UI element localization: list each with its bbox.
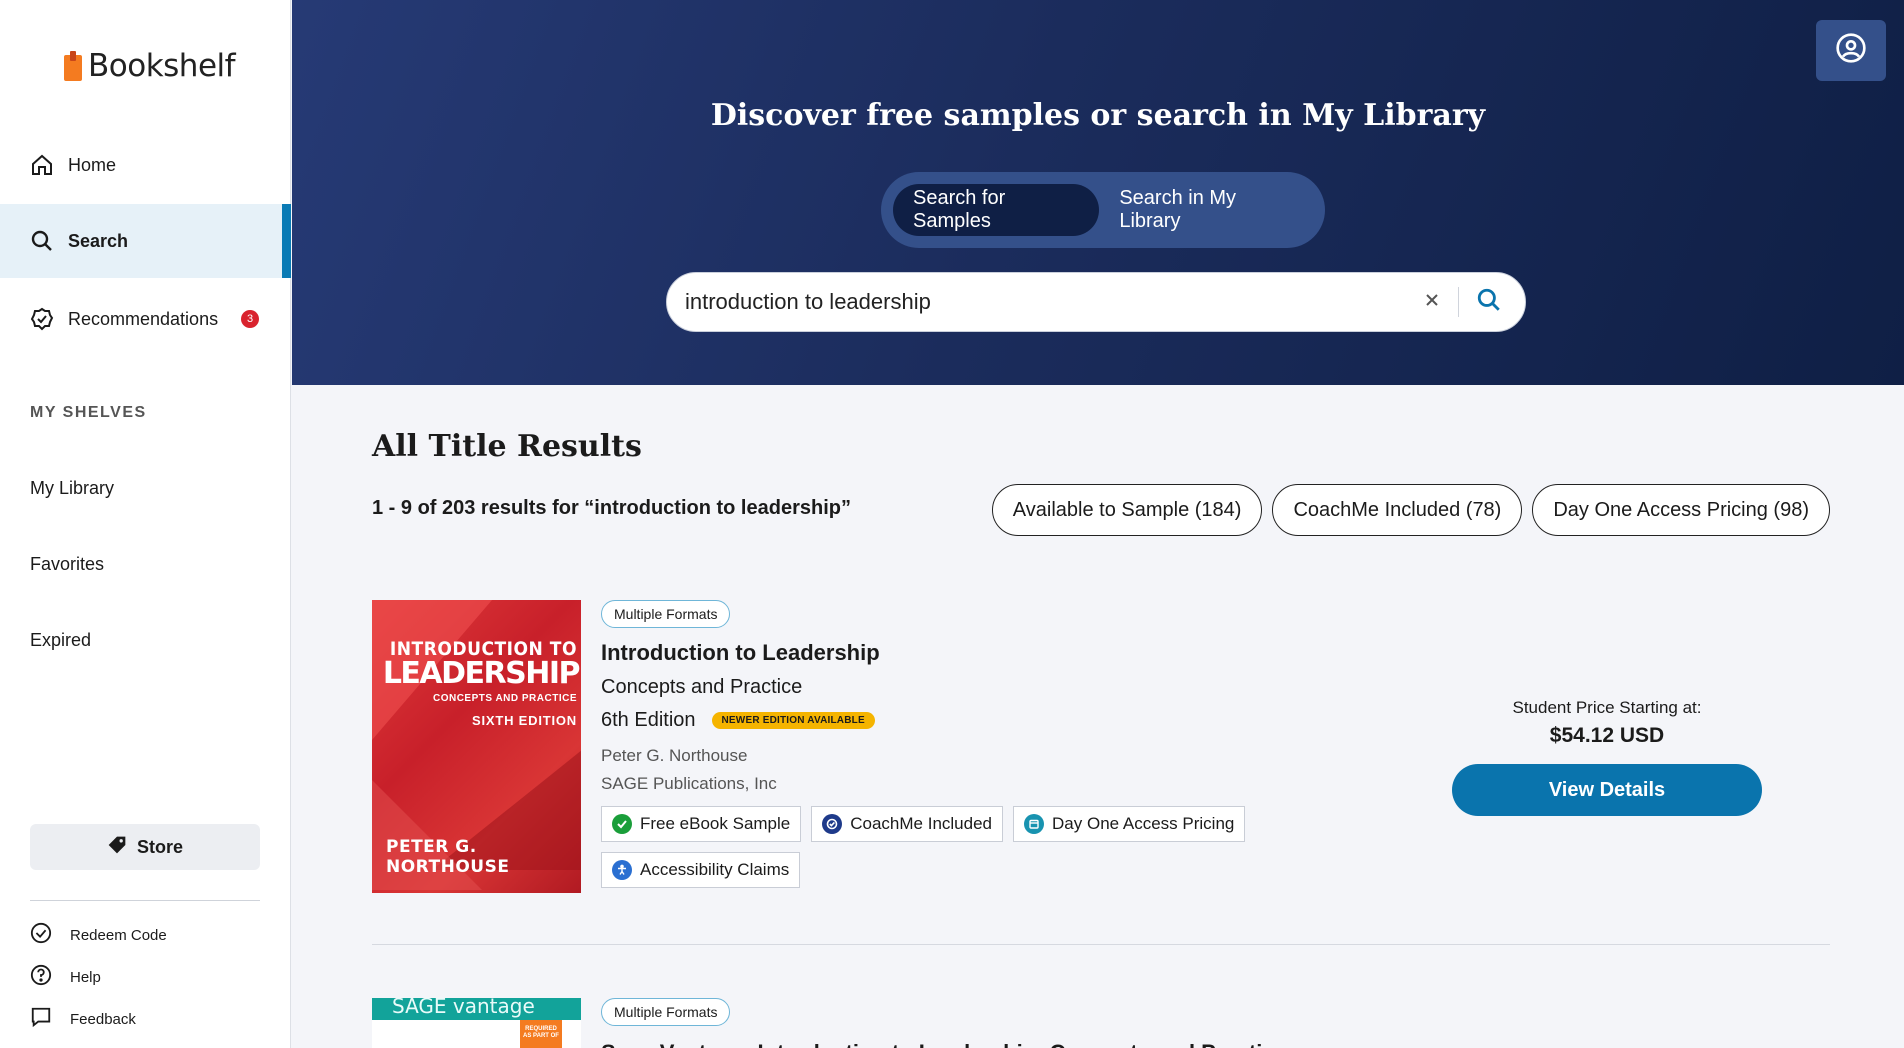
- feature-label: CoachMe Included: [850, 814, 993, 833]
- coach-icon: [822, 814, 843, 834]
- shelf-favorites[interactable]: Favorites: [30, 554, 104, 575]
- book-author: Peter G. Northouse: [601, 746, 748, 765]
- cover2-required: REQUIRED AS PART OF: [523, 1026, 559, 1039]
- newer-edition-badge: NEWER EDITION AVAILABLE: [711, 712, 875, 729]
- price-box: Student Price Starting at: $54.12 USD Vi…: [1452, 698, 1762, 816]
- book-title-2[interactable]: Sage Vantage: Introduction to Leadership…: [601, 1040, 1287, 1048]
- bookshelf-logo[interactable]: Bookshelf: [64, 48, 236, 84]
- book-info: Multiple Formats Introduction to Leaders…: [601, 600, 1281, 888]
- nav-search[interactable]: Search: [0, 204, 291, 278]
- home-icon: [30, 153, 54, 177]
- cover-author: PETER G. NORTHOUSE: [386, 837, 510, 877]
- help-label: Help: [70, 968, 101, 986]
- book-cover[interactable]: INTRODUCTION TO LEADERSHIP CONCEPTS AND …: [372, 600, 581, 893]
- search-samples-tab[interactable]: Search for Samples: [893, 184, 1100, 236]
- book-cover-2[interactable]: SAGE vantage REQUIRED AS PART OF: [372, 998, 581, 1048]
- nav-recommendations[interactable]: Recommendations 3: [0, 282, 291, 356]
- nav-home-label: Home: [68, 154, 117, 175]
- tag-icon: [107, 835, 127, 860]
- search-input[interactable]: [685, 289, 1414, 315]
- check-circle-icon: [612, 814, 632, 834]
- store-label: Store: [136, 836, 183, 857]
- user-icon: [1835, 32, 1867, 69]
- nav-recommendations-label: Recommendations: [68, 308, 219, 329]
- book-title[interactable]: Introduction to Leadership: [601, 640, 1281, 666]
- filter-coachme-included[interactable]: CoachMe Included (78): [1272, 484, 1523, 536]
- store-button[interactable]: Store: [30, 824, 260, 870]
- results-title: All Title Results: [372, 429, 642, 464]
- cover2-brand: SAGE vantage: [392, 998, 535, 1018]
- redeem-code-link[interactable]: Redeem Code: [30, 922, 167, 948]
- feature-label: Accessibility Claims: [640, 860, 790, 879]
- cover-edition: SIXTH EDITION: [471, 713, 577, 728]
- nav-home[interactable]: Home: [0, 128, 291, 202]
- chat-icon: [30, 1006, 52, 1032]
- price-label: Student Price Starting at:: [1512, 698, 1702, 717]
- cover-subtitle: CONCEPTS AND PRACTICE: [432, 693, 577, 704]
- search-submit-button[interactable]: [1471, 284, 1507, 320]
- book-edition: 6th Edition: [601, 709, 696, 731]
- book-publisher: SAGE Publications, Inc: [601, 774, 777, 793]
- close-icon: [1424, 292, 1440, 313]
- filter-available-to-sample[interactable]: Available to Sample (184): [991, 484, 1263, 536]
- help-link[interactable]: Help: [30, 964, 101, 990]
- feedback-link[interactable]: Feedback: [30, 1006, 136, 1032]
- price-value: $54.12 USD: [1549, 724, 1665, 747]
- shelf-my-library[interactable]: My Library: [30, 478, 114, 499]
- feature-label: Free eBook Sample: [640, 814, 791, 833]
- calendar-icon: [1024, 814, 1045, 834]
- edition-row: 6th Edition NEWER EDITION AVAILABLE: [601, 709, 1281, 732]
- clear-search-button[interactable]: [1414, 284, 1450, 320]
- feature-accessibility-claims: Accessibility Claims: [601, 852, 801, 888]
- my-shelves-heading: MY SHELVES: [30, 404, 147, 421]
- filter-day-one-access[interactable]: Day One Access Pricing (98): [1532, 484, 1830, 536]
- feature-tags: Free eBook Sample CoachMe Included Day O…: [601, 806, 1281, 888]
- shelf-expired[interactable]: Expired: [30, 630, 91, 651]
- accessibility-icon: [612, 860, 632, 880]
- check-circle-icon: [30, 922, 52, 948]
- view-details-button[interactable]: View Details: [1452, 764, 1762, 816]
- feature-coachme-included: CoachMe Included: [811, 806, 1004, 842]
- search-separator: [1458, 287, 1459, 317]
- sidebar: Bookshelf Home Search Recommendations 3 …: [0, 0, 291, 1048]
- sidebar-divider: [30, 900, 260, 901]
- redeem-code-label: Redeem Code: [70, 926, 167, 944]
- recommendations-count-badge: 3: [241, 310, 259, 328]
- feature-label: Day One Access Pricing: [1052, 814, 1235, 833]
- bookshelf-logo-icon: [64, 51, 82, 81]
- format-tag: Multiple Formats: [601, 600, 731, 628]
- feature-free-ebook-sample: Free eBook Sample: [601, 806, 802, 842]
- search-mode-toggle: Search for Samples Search in My Library: [881, 172, 1325, 248]
- format-tag-2: Multiple Formats: [601, 998, 731, 1026]
- search-bar: [666, 272, 1526, 332]
- results-count: 1 - 9 of 203 results for “introduction t…: [372, 497, 851, 519]
- help-icon: [30, 964, 52, 990]
- filter-chips: Available to Sample (184) CoachMe Includ…: [991, 484, 1830, 536]
- account-button[interactable]: [1816, 20, 1886, 81]
- cover-title-line2: LEADERSHIP: [382, 656, 581, 691]
- result-divider: [372, 944, 1830, 945]
- badge-check-icon: [30, 307, 54, 331]
- search-hero: Discover free samples or search in My Li…: [292, 0, 1904, 385]
- nav-search-label: Search: [68, 230, 129, 251]
- app-name: Bookshelf: [88, 48, 236, 84]
- search-icon: [1476, 287, 1502, 318]
- search-library-tab[interactable]: Search in My Library: [1099, 184, 1313, 236]
- book-subtitle: Concepts and Practice: [601, 676, 803, 698]
- feature-day-one-access-pricing: Day One Access Pricing: [1013, 806, 1246, 842]
- hero-title: Discover free samples or search in My Li…: [710, 98, 1486, 133]
- feedback-label: Feedback: [70, 1010, 136, 1028]
- search-icon: [30, 229, 54, 253]
